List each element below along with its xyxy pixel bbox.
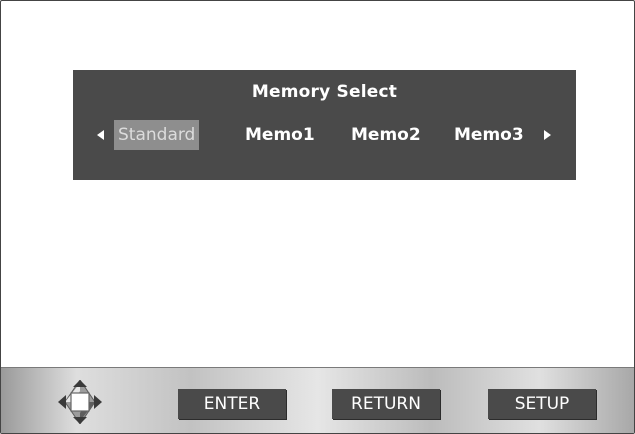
right-arrow-icon[interactable] — [544, 130, 551, 140]
setup-button[interactable]: SETUP — [488, 389, 596, 419]
left-arrow-icon[interactable] — [97, 130, 104, 140]
memory-options-row: Standard Memo1 Memo2 Memo3 — [73, 120, 576, 150]
dpad-icon — [58, 380, 102, 424]
option-standard[interactable]: Standard — [114, 120, 200, 150]
tv-screen: Memory Select Standard Memo1 Memo2 Memo3… — [0, 0, 635, 434]
option-memo2[interactable]: Memo2 — [351, 120, 421, 150]
control-bar: ENTER RETURN SETUP — [1, 367, 634, 433]
memory-select-title: Memory Select — [251, 82, 398, 102]
option-memo3[interactable]: Memo3 — [454, 120, 524, 150]
enter-button[interactable]: ENTER — [178, 389, 286, 419]
memory-select-panel: Memory Select Standard Memo1 Memo2 Memo3 — [73, 70, 576, 180]
option-memo1[interactable]: Memo1 — [245, 120, 315, 150]
return-button[interactable]: RETURN — [332, 389, 440, 419]
